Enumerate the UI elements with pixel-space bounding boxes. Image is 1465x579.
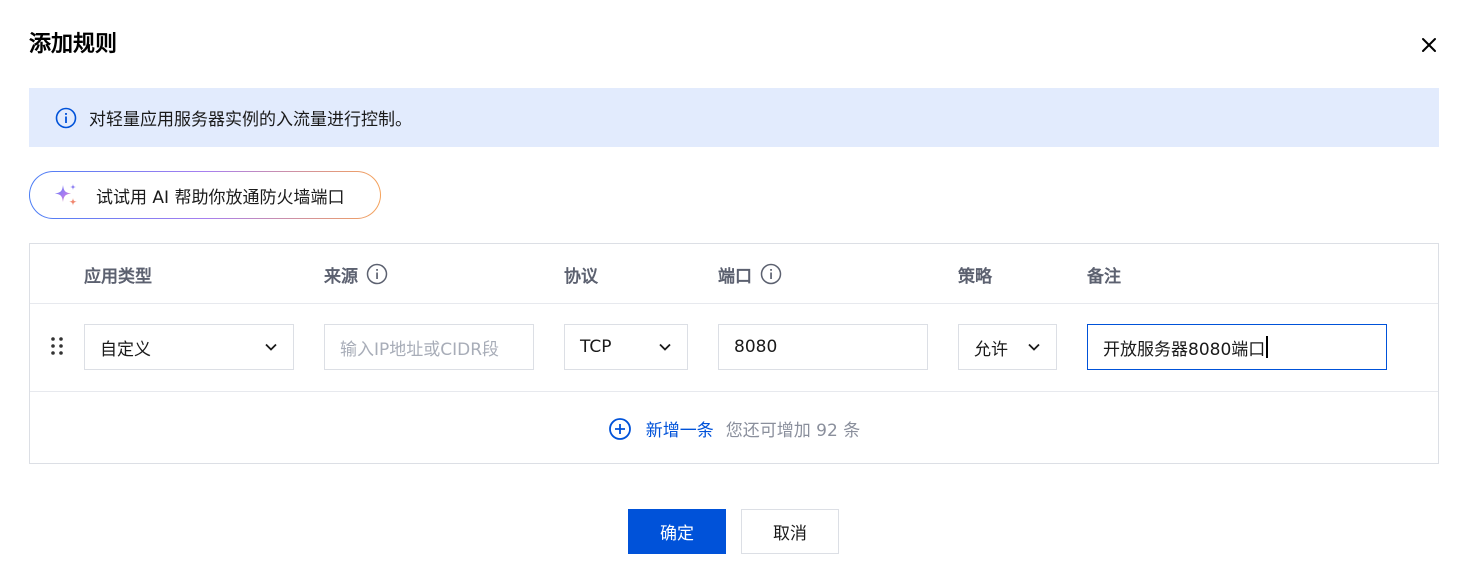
- add-row-bar: 新增一条 您还可增加 92 条: [30, 392, 1438, 465]
- policy-select[interactable]: 允许: [958, 324, 1057, 370]
- source-placeholder: 输入IP地址或CIDR段: [340, 339, 500, 360]
- header-remark-label: 备注: [1087, 266, 1121, 287]
- source-input[interactable]: 输入IP地址或CIDR段: [324, 324, 534, 370]
- help-icon[interactable]: [760, 263, 782, 285]
- sparkle-icon: [52, 181, 80, 209]
- header-policy: 策略: [958, 244, 992, 304]
- remark-input[interactable]: 开放服务器8080端口: [1087, 324, 1387, 370]
- remark-value: 开放服务器8080端口: [1103, 339, 1266, 360]
- protocol-select[interactable]: TCP: [564, 324, 688, 370]
- header-app-type: 应用类型: [84, 244, 152, 304]
- rule-table: 应用类型 来源 协议 端口 策略 备注 自定义 输入IP地址或CIDR段 TCP…: [29, 243, 1439, 464]
- cancel-button[interactable]: 取消: [741, 509, 839, 554]
- chevron-down-icon: [263, 339, 279, 355]
- table-row: 自定义 输入IP地址或CIDR段 TCP 8080 允许 开放服务器8080端口: [30, 304, 1438, 392]
- port-value: 8080: [734, 337, 778, 357]
- add-rule-button[interactable]: 新增一条: [608, 416, 714, 441]
- header-protocol: 协议: [564, 244, 598, 304]
- confirm-button[interactable]: 确定: [628, 509, 726, 554]
- policy-value: 允许: [974, 339, 1008, 360]
- plus-circle-icon: [608, 417, 632, 441]
- header-source-label: 来源: [324, 266, 358, 287]
- protocol-value: TCP: [580, 337, 612, 357]
- close-icon: [1421, 37, 1437, 53]
- info-banner: 对轻量应用服务器实例的入流量进行控制。: [29, 88, 1439, 147]
- help-icon[interactable]: [366, 263, 388, 285]
- ai-assist-label: 试试用 AI 帮助你放通防火墙端口: [96, 187, 345, 208]
- dialog-footer: 确定 取消: [0, 509, 1465, 555]
- header-port-label: 端口: [718, 266, 752, 287]
- chevron-down-icon: [657, 339, 673, 355]
- text-caret: [1266, 336, 1269, 358]
- drag-handle-icon[interactable]: [48, 336, 68, 360]
- header-app-type-label: 应用类型: [84, 266, 152, 287]
- close-button[interactable]: [1418, 34, 1440, 56]
- dialog-title: 添加规则: [29, 32, 118, 57]
- add-rule-label: 新增一条: [645, 421, 714, 441]
- info-icon: [55, 107, 77, 129]
- table-header: 应用类型 来源 协议 端口 策略 备注: [30, 244, 1438, 304]
- port-input[interactable]: 8080: [718, 324, 928, 370]
- app-type-value: 自定义: [100, 339, 151, 360]
- header-policy-label: 策略: [958, 266, 992, 287]
- app-type-select[interactable]: 自定义: [84, 324, 294, 370]
- add-remaining-hint: 您还可增加 92 条: [725, 421, 861, 441]
- header-protocol-label: 协议: [564, 266, 598, 287]
- ai-assist-button[interactable]: 试试用 AI 帮助你放通防火墙端口: [29, 171, 381, 219]
- header-source: 来源: [324, 244, 388, 304]
- info-banner-text: 对轻量应用服务器实例的入流量进行控制。: [89, 110, 412, 130]
- chevron-down-icon: [1026, 339, 1042, 355]
- header-remark: 备注: [1087, 244, 1121, 304]
- header-port: 端口: [718, 244, 782, 304]
